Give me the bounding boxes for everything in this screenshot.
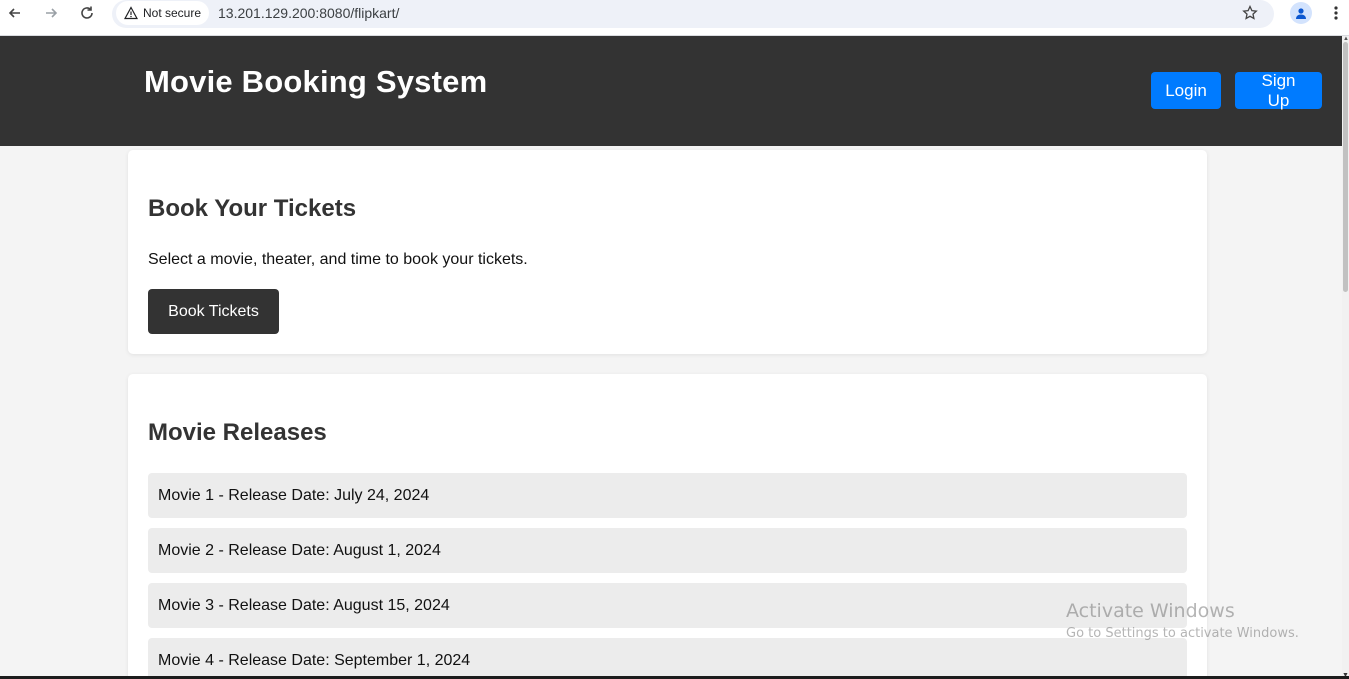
- login-button[interactable]: Login: [1151, 72, 1221, 109]
- page-scrollbar[interactable]: ▲ ▼: [1342, 36, 1349, 679]
- site-title: Movie Booking System: [144, 64, 488, 99]
- reload-icon: [81, 6, 93, 19]
- browser-menu-button[interactable]: [1328, 2, 1344, 24]
- security-chip[interactable]: Not secure: [116, 1, 210, 25]
- booking-card: Book Your Tickets Select a movie, theate…: [128, 150, 1207, 354]
- back-button[interactable]: [2, 2, 28, 24]
- bookmark-button[interactable]: [1240, 3, 1260, 23]
- book-tickets-button[interactable]: Book Tickets: [148, 289, 279, 334]
- signup-button[interactable]: Sign Up: [1235, 71, 1322, 110]
- url-text[interactable]: 13.201.129.200:8080/flipkart/: [218, 5, 399, 21]
- address-bar[interactable]: Not secure 13.201.129.200:8080/flipkart/: [112, 0, 1274, 28]
- page-viewport: Movie Booking System Login Sign Up Book …: [0, 36, 1342, 679]
- booking-heading: Book Your Tickets: [148, 195, 357, 222]
- profile-button[interactable]: [1290, 2, 1312, 24]
- site-header: Movie Booking System Login Sign Up: [0, 36, 1342, 146]
- arrow-left-icon: [8, 8, 20, 18]
- browser-toolbar: Not secure 13.201.129.200:8080/flipkart/: [0, 0, 1349, 36]
- booking-description: Select a movie, theater, and time to boo…: [148, 251, 528, 268]
- scrollbar-thumb[interactable]: [1343, 42, 1348, 292]
- warning-icon: [124, 6, 138, 20]
- release-item: Movie 1 - Release Date: July 24, 2024: [148, 473, 1187, 518]
- person-icon: [1296, 8, 1306, 19]
- more-vert-icon: [1334, 6, 1338, 20]
- arrow-right-icon: [46, 8, 58, 18]
- release-item: Movie 2 - Release Date: August 1, 2024: [148, 528, 1187, 573]
- release-item: Movie 4 - Release Date: September 1, 202…: [148, 638, 1187, 679]
- release-list: Movie 1 - Release Date: July 24, 2024 Mo…: [148, 473, 1187, 679]
- releases-heading: Movie Releases: [148, 419, 327, 446]
- release-item: Movie 3 - Release Date: August 15, 2024: [148, 583, 1187, 628]
- releases-card: Movie Releases Movie 1 - Release Date: J…: [128, 374, 1207, 679]
- security-label: Not secure: [143, 6, 202, 20]
- forward-button[interactable]: [38, 2, 64, 24]
- reload-button[interactable]: [74, 2, 100, 24]
- star-icon: [1242, 5, 1258, 20]
